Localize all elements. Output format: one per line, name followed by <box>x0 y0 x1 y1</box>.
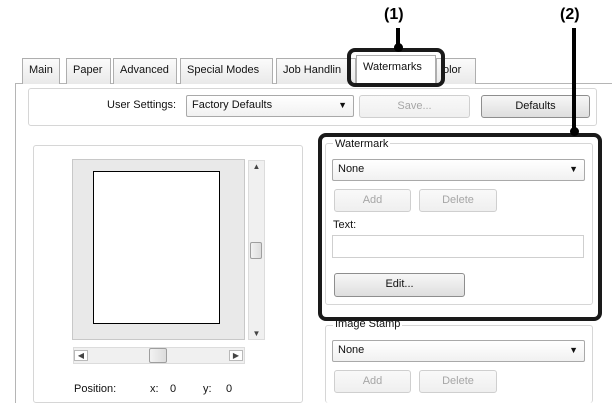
callout-1-label: (1) <box>384 6 404 23</box>
scroll-left-icon[interactable]: ◀ <box>74 350 88 361</box>
tab-paper[interactable]: Paper <box>66 58 111 84</box>
chevron-down-icon: ▼ <box>338 100 347 110</box>
vertical-scroll-thumb[interactable] <box>250 242 262 259</box>
page-preview <box>93 171 220 324</box>
scroll-up-icon[interactable]: ▲ <box>248 162 265 171</box>
chevron-down-icon: ▼ <box>569 345 578 355</box>
y-label: y: <box>203 383 212 395</box>
save-button[interactable]: Save... <box>359 95 470 118</box>
tab-job-handling[interactable]: Job Handlin <box>276 58 356 84</box>
image-stamp-add-button[interactable]: Add <box>334 370 411 393</box>
tab-special-modes[interactable]: Special Modes <box>180 58 273 84</box>
x-label: x: <box>150 383 159 395</box>
callout-1-dot <box>394 43 403 52</box>
tab-advanced[interactable]: Advanced <box>113 58 177 84</box>
tab-paper-label: Paper <box>73 64 103 76</box>
position-label: Position: <box>74 383 117 395</box>
image-stamp-delete-button[interactable]: Delete <box>419 370 497 393</box>
tab-main[interactable]: Main <box>22 58 60 84</box>
image-stamp-dropdown[interactable]: None ▼ <box>332 340 585 362</box>
horizontal-scroll-thumb[interactable] <box>149 348 167 363</box>
callout-2-label: (2) <box>560 6 580 23</box>
watermark-settings-highlight <box>318 133 602 321</box>
image-stamp-selected: None <box>338 344 365 356</box>
user-settings-value: Factory Defaults <box>192 99 273 111</box>
callout-2-dot <box>570 127 579 136</box>
tab-job-handling-label: Job Handlin <box>283 64 342 76</box>
y-value: 0 <box>226 383 233 395</box>
user-settings-dropdown[interactable]: Factory Defaults ▼ <box>186 95 354 117</box>
user-settings-label: User Settings: <box>107 99 177 111</box>
x-value: 0 <box>170 383 177 395</box>
callout-2-leader <box>572 28 576 132</box>
tab-special-modes-label: Special Modes <box>187 64 260 76</box>
scroll-right-icon[interactable]: ▶ <box>229 350 243 361</box>
tab-main-label: Main <box>29 64 53 76</box>
scroll-down-icon[interactable]: ▼ <box>248 329 265 338</box>
tab-color-label: olor <box>443 64 462 76</box>
watermarks-tab-highlight <box>347 48 445 87</box>
tab-advanced-label: Advanced <box>120 64 169 76</box>
